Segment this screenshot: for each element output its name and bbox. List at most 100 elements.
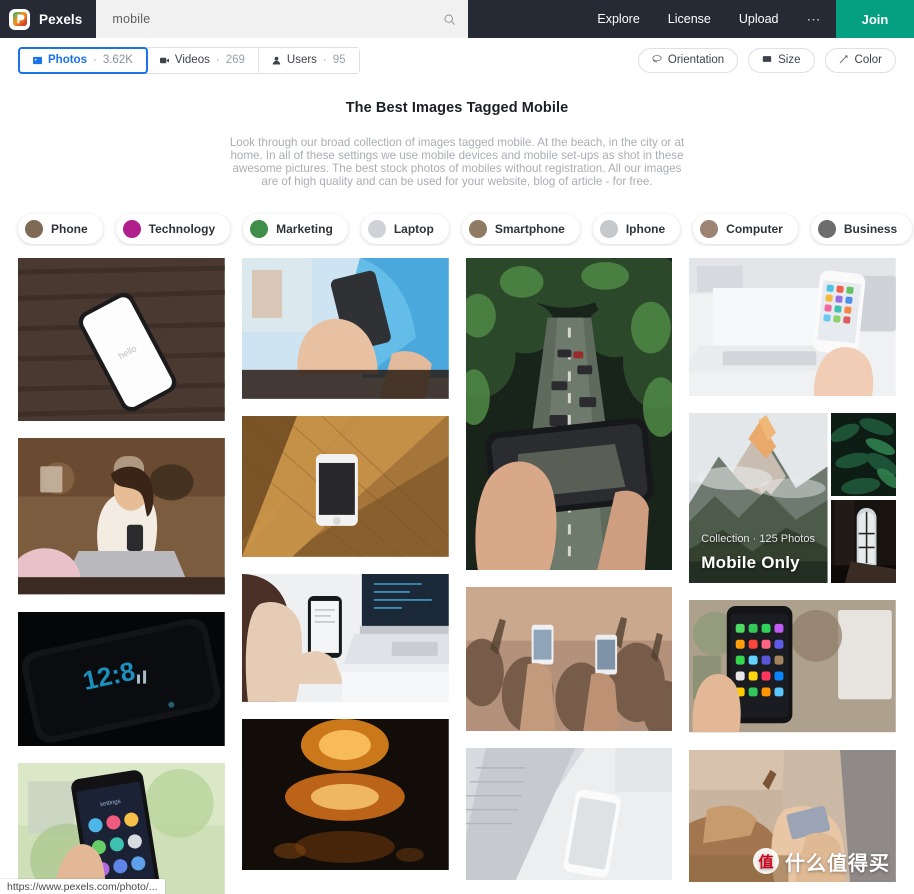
collection-caption: Collection · 125 Photos Mobile Only: [701, 533, 818, 573]
watermark-smzdm: 值 什么值得买: [753, 847, 890, 876]
chip-smartphone[interactable]: Smartphone: [461, 214, 580, 244]
photo-white-phone-on-laptop-keyboard[interactable]: [465, 748, 673, 881]
chip-computer[interactable]: Computer: [693, 214, 798, 244]
more-menu-icon[interactable]: ⋯: [793, 0, 837, 38]
grid-column-1: hello 12:8 settings: [18, 258, 225, 894]
chip-technology[interactable]: Technology: [115, 214, 231, 244]
collection-thumbnails: [830, 413, 896, 584]
eyedropper-icon: [839, 54, 849, 67]
photo-white-phone-on-wood-sunlight[interactable]: [241, 415, 449, 557]
layers-icon: [652, 54, 662, 67]
collection-title: Mobile Only: [701, 553, 800, 573]
chip-avatar-icon: [817, 220, 836, 238]
chip-avatar-icon: [700, 220, 719, 238]
chip-phone[interactable]: Phone: [18, 214, 103, 244]
related-tags-carousel[interactable]: Phone Technology Marketing Laptop Smartp…: [0, 212, 914, 246]
search-input[interactable]: mobile: [96, 0, 469, 38]
filter-color[interactable]: Color: [824, 47, 896, 73]
chip-label: Laptop: [393, 222, 434, 236]
top-navigation-bar: Pexels mobile Explore License Upload ⋯ J…: [0, 0, 914, 38]
chip-avatar-icon: [599, 220, 618, 238]
tab-videos-sep: ·: [215, 54, 220, 66]
chip-label: Marketing: [276, 222, 333, 236]
page-intro: The Best Images Tagged Mobile Look throu…: [0, 82, 914, 188]
nav-link-license[interactable]: License: [654, 0, 725, 38]
filters-group: Orientation Size Color: [637, 47, 896, 73]
chip-avatar-icon: [250, 220, 269, 238]
tab-photos-label: Photos: [48, 54, 87, 66]
photo-phone-over-forest-road[interactable]: [465, 258, 673, 571]
watermark-text: 什么值得买: [785, 850, 890, 875]
chip-avatar-icon: [122, 220, 141, 238]
page-title: The Best Images Tagged Mobile: [345, 100, 569, 116]
collection-thumb-ferns[interactable]: [830, 413, 896, 497]
chip-marketing[interactable]: Marketing: [243, 214, 348, 244]
photo-blurred-warm-lights[interactable]: [241, 718, 449, 871]
result-type-tabs: Photos · 3.62K Videos · 269 Users · 95: [18, 46, 360, 74]
grid-column-4: Collection · 125 Photos Mobile Only 值 什么…: [689, 258, 896, 882]
photo-hand-holding-iphone-by-laptop[interactable]: [689, 258, 896, 397]
search-icon[interactable]: [443, 13, 456, 26]
photo-woman-phone-laptop-notebook[interactable]: [241, 573, 449, 702]
browser-status-bar-link: https://www.pexels.com/photo/...: [0, 879, 165, 894]
pexels-p-logo-icon: [9, 8, 30, 30]
tab-users-sep: ·: [322, 54, 327, 66]
page-description: Look through our broad collection of ima…: [229, 136, 685, 188]
tab-photos[interactable]: Photos · 3.62K: [18, 46, 148, 74]
chip-avatar-icon: [367, 220, 386, 238]
collection-meta: Collection · 125 Photos: [701, 533, 815, 546]
photo-phone-on-dark-wood[interactable]: hello: [18, 258, 225, 422]
collection-cover-image: Collection · 125 Photos Mobile Only: [689, 413, 828, 584]
photo-hand-holding-black-phone-blue-shirt[interactable]: [241, 258, 449, 399]
chip-laptop[interactable]: Laptop: [360, 214, 449, 244]
photo-phone-dark-notification-screen[interactable]: 12:8: [18, 611, 225, 746]
filter-color-label: Color: [854, 54, 882, 66]
chip-label: Business: [843, 222, 898, 236]
collection-mobile-only[interactable]: Collection · 125 Photos Mobile Only: [689, 413, 896, 584]
chip-iphone[interactable]: Iphone: [592, 214, 681, 244]
tab-videos-label: Videos: [174, 54, 210, 66]
filter-size[interactable]: Size: [748, 47, 815, 73]
chip-label: Technology: [148, 222, 216, 236]
photo-hand-holding-phone-app-icons-green[interactable]: [689, 600, 896, 733]
search-container: mobile: [96, 0, 469, 38]
chip-label: Computer: [726, 222, 783, 236]
crop-box-icon: [762, 54, 772, 67]
filter-orientation[interactable]: Orientation: [637, 47, 739, 73]
tab-users-count: 95: [332, 54, 346, 66]
collection-thumb-dark-window[interactable]: [830, 499, 896, 584]
brand-name: Pexels: [39, 11, 83, 27]
chip-label: Smartphone: [494, 222, 565, 236]
chip-avatar-icon: [468, 220, 487, 238]
grid-column-3: [465, 258, 673, 881]
photo-woman-with-phone-and-laptop[interactable]: [18, 438, 225, 595]
chip-business[interactable]: Business: [810, 214, 913, 244]
chip-label: Iphone: [625, 222, 666, 236]
photo-crowd-phones-concert[interactable]: [465, 587, 673, 732]
tab-users[interactable]: Users · 95: [258, 47, 359, 73]
tab-videos-count: 269: [225, 54, 245, 66]
search-input-value: mobile: [112, 12, 151, 26]
user-icon: [272, 56, 281, 65]
chip-label: Phone: [51, 222, 88, 236]
photo-hand-holding-phone-app-grid[interactable]: settings: [18, 762, 225, 894]
grid-column-2: [241, 258, 449, 871]
tab-photos-sep: ·: [92, 54, 97, 66]
filter-orientation-label: Orientation: [667, 54, 725, 66]
chip-avatar-icon: [25, 220, 43, 238]
photo-icon: [33, 56, 42, 65]
nav-link-explore[interactable]: Explore: [583, 0, 653, 38]
video-icon: [159, 56, 169, 65]
search-results-toolbar: Photos · 3.62K Videos · 269 Users · 95 O: [0, 38, 914, 82]
nav-links-group: Explore License Upload ⋯ Join: [583, 0, 914, 38]
brand-home-link[interactable]: Pexels: [0, 0, 96, 38]
filter-size-label: Size: [778, 54, 801, 66]
nav-link-upload[interactable]: Upload: [725, 0, 793, 38]
tab-photos-count: 3.62K: [102, 54, 133, 66]
photo-person-with-phone-and-bag[interactable]: 值 什么值得买: [689, 749, 896, 882]
tab-users-label: Users: [286, 54, 317, 66]
watermark-badge-icon: 值: [753, 848, 779, 875]
join-button[interactable]: Join: [836, 0, 914, 38]
photo-results-grid: hello 12:8 settings Collection · 125 Pho…: [0, 258, 914, 894]
tab-videos[interactable]: Videos · 269: [146, 47, 259, 73]
